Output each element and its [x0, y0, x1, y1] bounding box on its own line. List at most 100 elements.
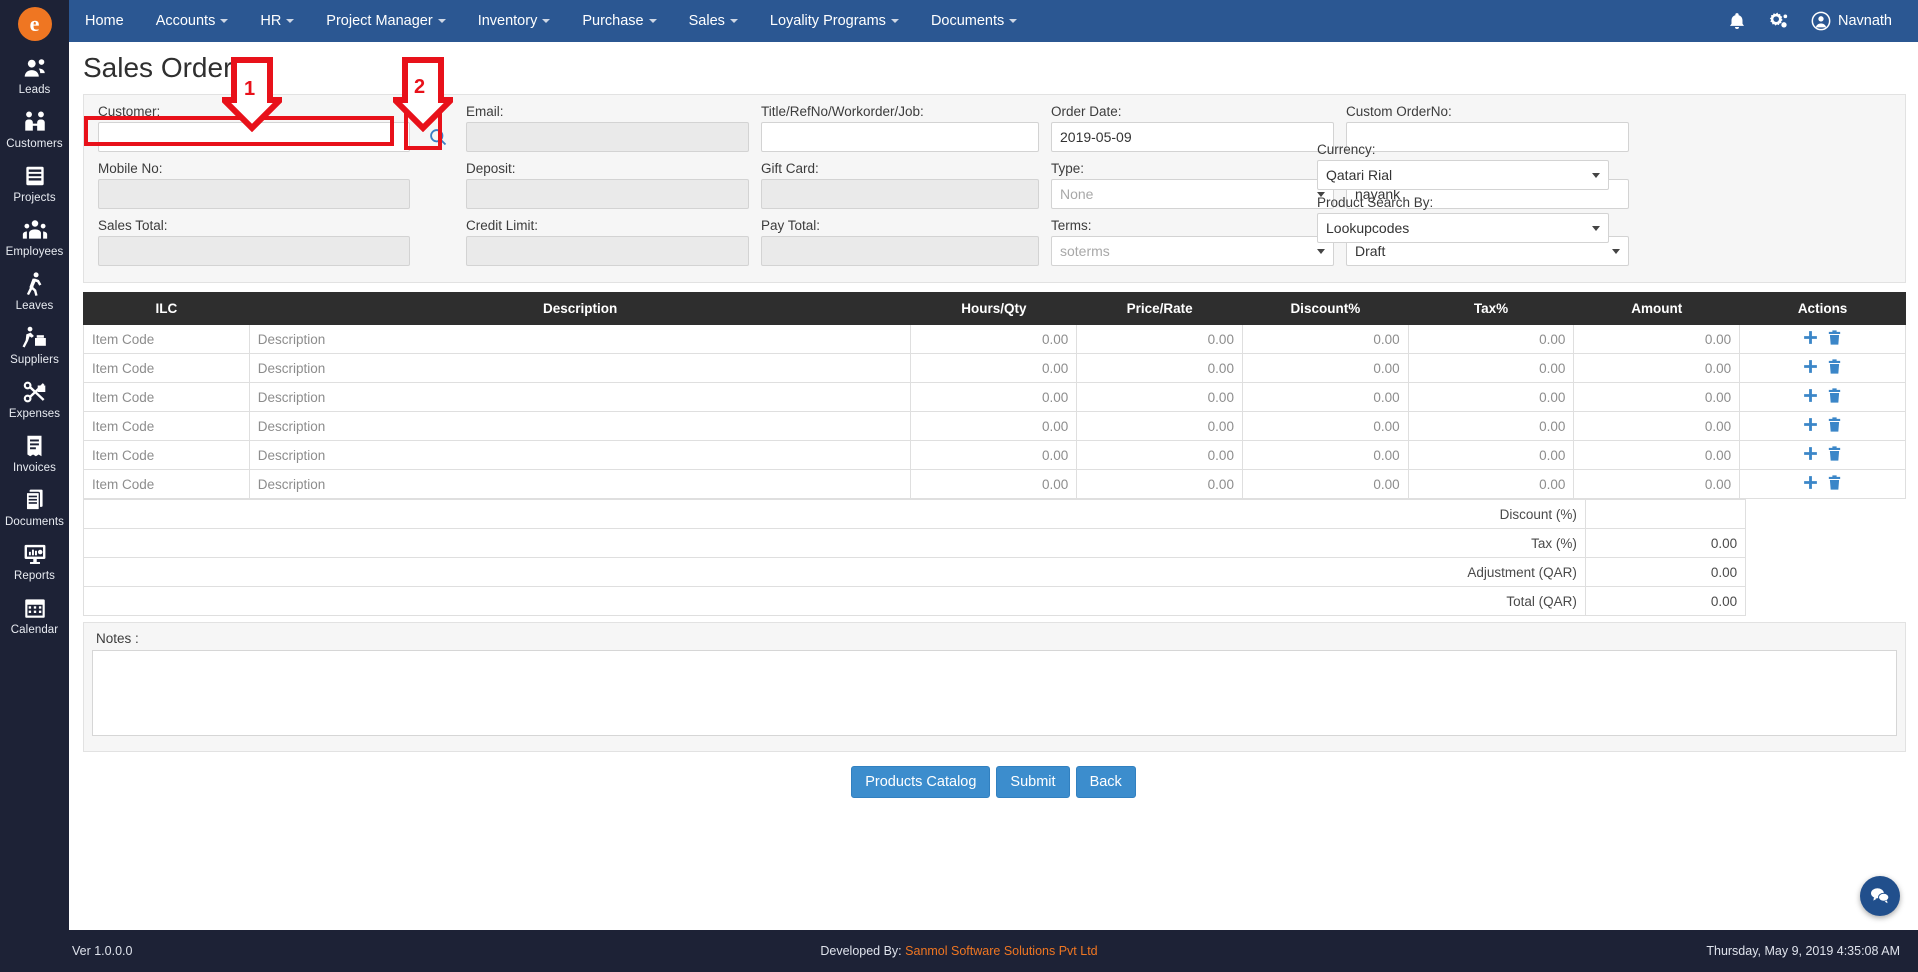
cell-discount[interactable]: 0.00: [1241, 469, 1409, 499]
cell-hours[interactable]: 0.00: [910, 324, 1078, 354]
cell-price[interactable]: 0.00: [1076, 324, 1243, 354]
trash-icon[interactable]: [1826, 474, 1843, 491]
gift-card-input[interactable]: [761, 179, 1039, 209]
cell-amount[interactable]: 0.00: [1573, 469, 1741, 499]
table-row[interactable]: Item Code Description 0.00 0.00 0.00 0.0…: [83, 382, 1906, 412]
pay-total-input[interactable]: [761, 236, 1039, 266]
plus-icon[interactable]: [1802, 358, 1819, 375]
cell-discount[interactable]: 0.00: [1241, 382, 1409, 412]
cell-ilc[interactable]: Item Code: [83, 469, 250, 499]
products-catalog-button[interactable]: Products Catalog: [851, 766, 991, 798]
cell-price[interactable]: 0.00: [1076, 353, 1243, 383]
plus-icon[interactable]: [1802, 445, 1819, 462]
credit-limit-input[interactable]: [466, 236, 749, 266]
totals-value-tax[interactable]: 0.00: [1584, 528, 1747, 558]
cell-hours[interactable]: 0.00: [910, 411, 1078, 441]
nav-item-loyality-programs[interactable]: Loyality Programs: [754, 0, 915, 42]
cell-ilc[interactable]: Item Code: [83, 411, 250, 441]
sidebar-item-projects[interactable]: Projects: [0, 156, 69, 210]
table-row[interactable]: Item Code Description 0.00 0.00 0.00 0.0…: [83, 324, 1906, 354]
nav-item-home[interactable]: Home: [69, 0, 140, 42]
type-select[interactable]: None: [1051, 179, 1334, 209]
trash-icon[interactable]: [1826, 445, 1843, 462]
cell-discount[interactable]: 0.00: [1241, 440, 1409, 470]
cell-description[interactable]: Description: [248, 324, 912, 354]
mobile-no-input[interactable]: [98, 179, 410, 209]
cell-price[interactable]: 0.00: [1076, 440, 1243, 470]
cell-hours[interactable]: 0.00: [910, 469, 1078, 499]
sidebar-item-leaves[interactable]: Leaves: [0, 264, 69, 318]
table-row[interactable]: Item Code Description 0.00 0.00 0.00 0.0…: [83, 353, 1906, 383]
cell-tax[interactable]: 0.00: [1407, 324, 1575, 354]
totals-value-adjustment[interactable]: 0.00: [1584, 557, 1747, 587]
nav-item-documents[interactable]: Documents: [915, 0, 1033, 42]
cell-amount[interactable]: 0.00: [1573, 382, 1741, 412]
nav-item-project-manager[interactable]: Project Manager: [310, 0, 461, 42]
sidebar-item-calendar[interactable]: Calendar: [0, 588, 69, 642]
sidebar-item-employees[interactable]: Employees: [0, 210, 69, 264]
sidebar-item-suppliers[interactable]: Suppliers: [0, 318, 69, 372]
cell-tax[interactable]: 0.00: [1407, 440, 1575, 470]
customer-input[interactable]: [98, 122, 410, 152]
cell-price[interactable]: 0.00: [1076, 411, 1243, 441]
cell-discount[interactable]: 0.00: [1241, 324, 1409, 354]
cell-discount[interactable]: 0.00: [1241, 353, 1409, 383]
nav-item-purchase[interactable]: Purchase: [566, 0, 672, 42]
cell-ilc[interactable]: Item Code: [83, 382, 250, 412]
plus-icon[interactable]: [1802, 329, 1819, 346]
cell-description[interactable]: Description: [248, 382, 912, 412]
plus-icon[interactable]: [1802, 416, 1819, 433]
cell-tax[interactable]: 0.00: [1407, 411, 1575, 441]
cell-description[interactable]: Description: [248, 353, 912, 383]
cell-amount[interactable]: 0.00: [1573, 411, 1741, 441]
order-date-input[interactable]: [1051, 122, 1334, 152]
chat-button[interactable]: [1860, 876, 1900, 916]
cell-hours[interactable]: 0.00: [910, 353, 1078, 383]
nav-item-accounts[interactable]: Accounts: [140, 0, 245, 42]
currency-select[interactable]: Qatari Rial: [1317, 160, 1609, 190]
table-row[interactable]: Item Code Description 0.00 0.00 0.00 0.0…: [83, 469, 1906, 499]
sidebar-item-reports[interactable]: Reports: [0, 534, 69, 588]
cell-description[interactable]: Description: [248, 469, 912, 499]
sidebar-item-customers[interactable]: Customers: [0, 102, 69, 156]
totals-value-total[interactable]: 0.00: [1584, 586, 1747, 616]
bell-icon[interactable]: [1727, 11, 1747, 31]
trash-icon[interactable]: [1826, 416, 1843, 433]
cell-ilc[interactable]: Item Code: [83, 353, 250, 383]
plus-icon[interactable]: [1802, 474, 1819, 491]
cell-ilc[interactable]: Item Code: [83, 440, 250, 470]
cell-tax[interactable]: 0.00: [1407, 469, 1575, 499]
cell-amount[interactable]: 0.00: [1573, 353, 1741, 383]
plus-icon[interactable]: [1802, 387, 1819, 404]
table-row[interactable]: Item Code Description 0.00 0.00 0.00 0.0…: [83, 411, 1906, 441]
nav-item-inventory[interactable]: Inventory: [462, 0, 567, 42]
cell-ilc[interactable]: Item Code: [83, 324, 250, 354]
gear-icon[interactable]: [1769, 11, 1789, 31]
deposit-input[interactable]: [466, 179, 749, 209]
cell-hours[interactable]: 0.00: [910, 440, 1078, 470]
user-menu[interactable]: Navnath: [1811, 11, 1892, 31]
customer-search-button[interactable]: [422, 122, 454, 152]
sidebar-item-leads[interactable]: Leads: [0, 48, 69, 102]
email-input[interactable]: [466, 122, 749, 152]
brand-logo[interactable]: e: [0, 0, 69, 48]
trash-icon[interactable]: [1826, 358, 1843, 375]
cell-price[interactable]: 0.00: [1076, 382, 1243, 412]
sidebar-item-documents[interactable]: Documents: [0, 480, 69, 534]
cell-description[interactable]: Description: [248, 440, 912, 470]
back-button[interactable]: Back: [1075, 766, 1136, 798]
sidebar-item-invoices[interactable]: Invoices: [0, 426, 69, 480]
cell-price[interactable]: 0.00: [1076, 469, 1243, 499]
cell-amount[interactable]: 0.00: [1573, 440, 1741, 470]
trash-icon[interactable]: [1826, 387, 1843, 404]
product-search-by-select[interactable]: Lookupcodes: [1317, 213, 1609, 243]
totals-value-discount[interactable]: [1584, 499, 1747, 529]
cell-amount[interactable]: 0.00: [1573, 324, 1741, 354]
cell-description[interactable]: Description: [248, 411, 912, 441]
title-ref-input[interactable]: [761, 122, 1039, 152]
cell-discount[interactable]: 0.00: [1241, 411, 1409, 441]
terms-select[interactable]: soterms: [1051, 236, 1334, 266]
sidebar-item-expenses[interactable]: Expenses: [0, 372, 69, 426]
submit-button[interactable]: Submit: [996, 766, 1070, 798]
sales-total-input[interactable]: [98, 236, 410, 266]
